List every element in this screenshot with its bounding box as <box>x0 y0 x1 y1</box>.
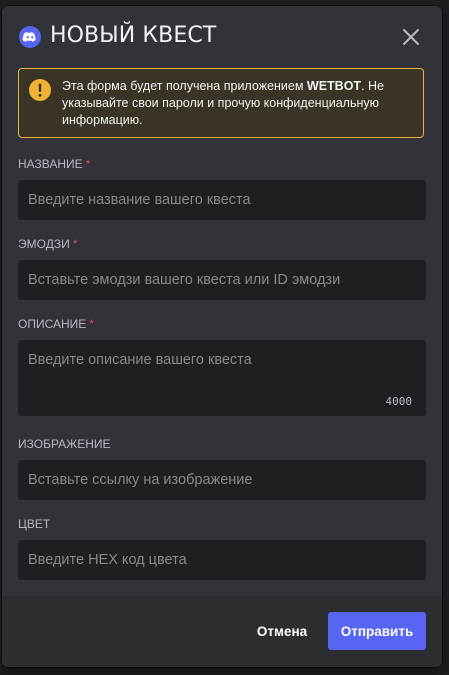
privacy-notice: Эта форма будет получена приложением WET… <box>18 68 424 138</box>
notice-app-name: WETBOT <box>306 79 362 93</box>
required-marker: * <box>89 317 94 331</box>
modal-footer: Отмена Отправить <box>2 596 442 667</box>
modal-header: НОВЫЙ КВЕСТ <box>2 6 442 68</box>
name-label-text: НАЗВАНИЕ <box>18 157 83 171</box>
emoji-label-text: ЭМОДЗИ <box>18 237 70 251</box>
color-label: ЦВЕТ <box>18 517 50 531</box>
warning-icon <box>29 79 51 101</box>
close-icon[interactable] <box>400 26 422 48</box>
emoji-label: ЭМОДЗИ * <box>18 237 77 251</box>
required-marker: * <box>85 157 91 171</box>
submit-button[interactable]: Отправить <box>328 612 426 650</box>
description-label-text: ОПИСАНИЕ <box>18 317 87 331</box>
description-textarea[interactable] <box>18 340 426 416</box>
color-label-text: ЦВЕТ <box>18 517 51 531</box>
image-url-input[interactable] <box>18 460 426 500</box>
color-hex-input[interactable] <box>18 540 426 580</box>
name-label: НАЗВАНИЕ * <box>18 157 90 171</box>
cancel-button[interactable]: Отмена <box>243 612 321 650</box>
char-counter: 4000 <box>385 395 413 408</box>
required-marker: * <box>72 237 78 251</box>
modal-title: НОВЫЙ КВЕСТ <box>50 23 217 48</box>
image-label-text: ИЗОБРАЖЕНИЕ <box>18 437 111 451</box>
new-quest-modal: НОВЫЙ КВЕСТ Эта форма будет получена при… <box>2 6 442 667</box>
notice-text-before: Эта форма будет получена приложением <box>62 79 307 93</box>
notice-text: Эта форма будет получена приложением WET… <box>62 78 417 129</box>
discord-logo-icon <box>19 26 41 48</box>
emoji-input[interactable] <box>18 260 426 300</box>
name-input[interactable] <box>18 180 426 220</box>
description-label: ОПИСАНИЕ * <box>18 317 94 331</box>
image-label: ИЗОБРАЖЕНИЕ <box>18 437 111 451</box>
